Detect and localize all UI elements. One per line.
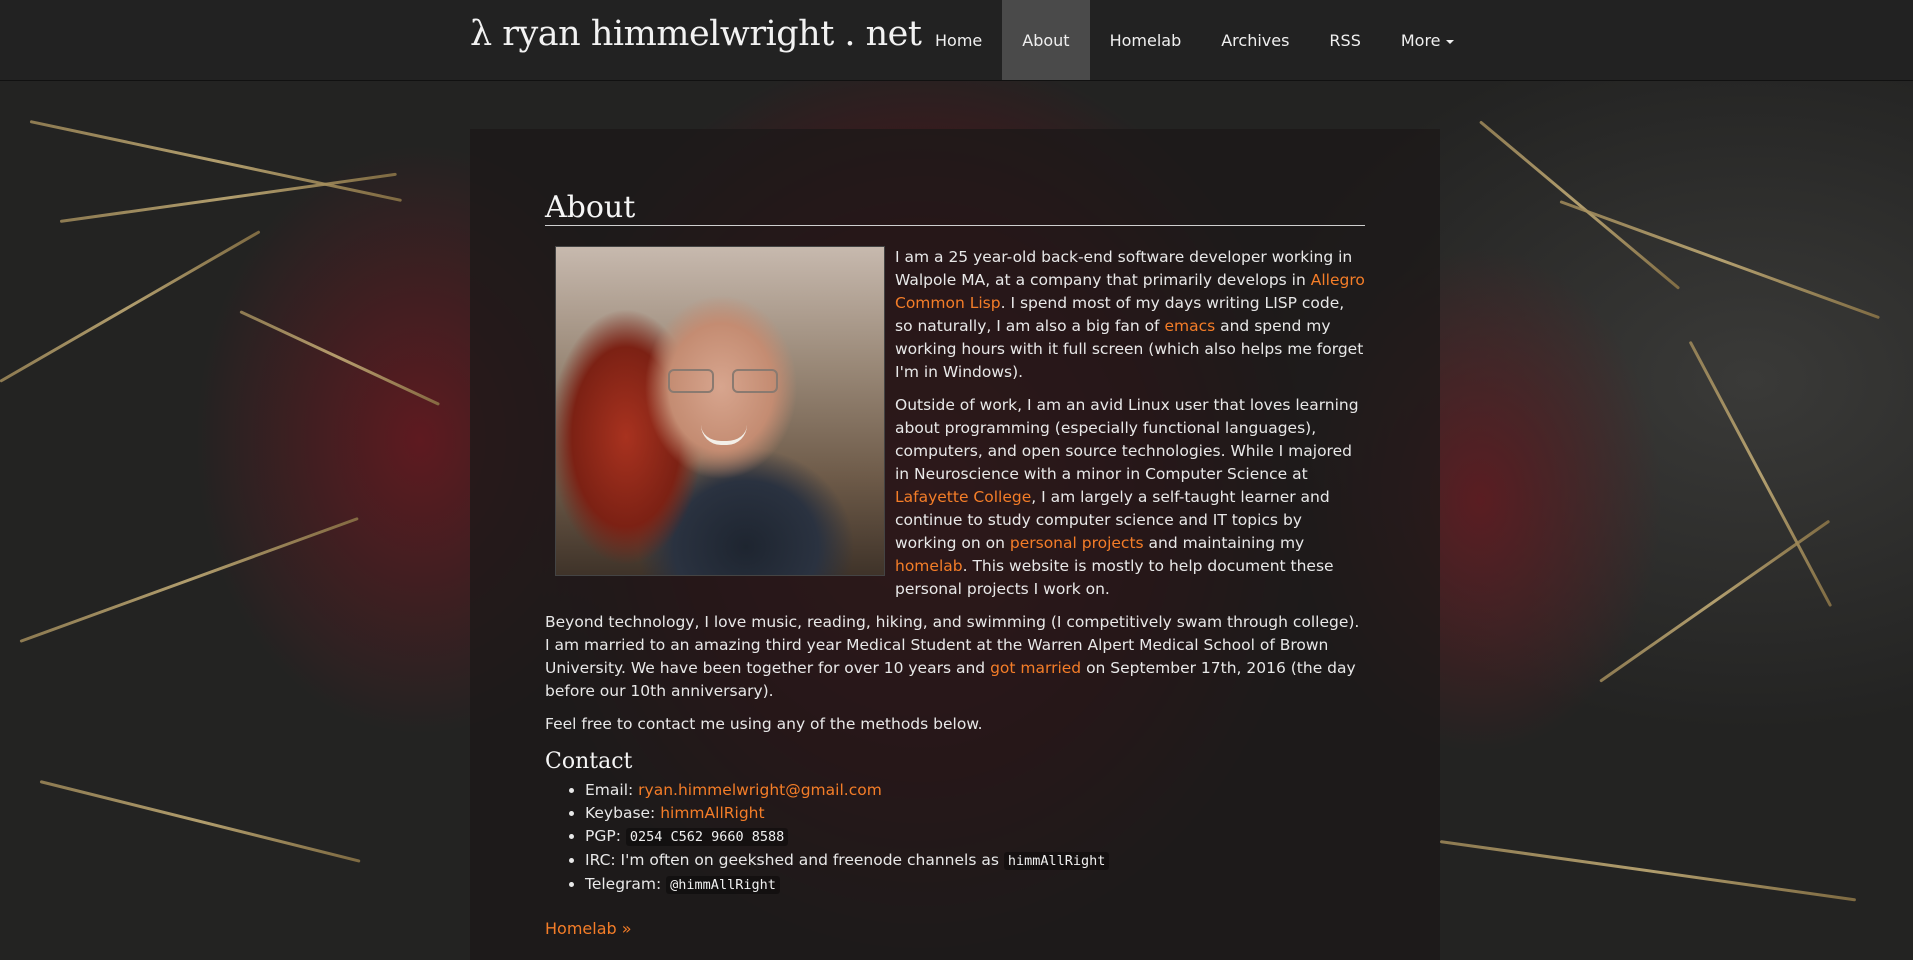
label: PGP: bbox=[585, 827, 626, 845]
caret-down-icon bbox=[1445, 39, 1454, 44]
label: Keybase: bbox=[585, 804, 661, 822]
contact-heading: Contact bbox=[545, 749, 633, 774]
next-page-link[interactable]: Homelab » bbox=[545, 917, 632, 940]
nav-item-rss[interactable]: RSS bbox=[1309, 0, 1380, 80]
label: IRC: I'm often on geekshed and freenode … bbox=[585, 851, 1004, 869]
homelab-link[interactable]: homelab bbox=[895, 557, 963, 575]
site-brand[interactable]: λ ryan himmelwright . net bbox=[470, 14, 922, 54]
page-title: About bbox=[545, 193, 1365, 226]
nav-item-archives[interactable]: Archives bbox=[1201, 0, 1309, 80]
personal-projects-link[interactable]: personal projects bbox=[1010, 534, 1144, 552]
nav-item-more[interactable]: More bbox=[1381, 0, 1474, 80]
emacs-link[interactable]: emacs bbox=[1164, 317, 1215, 335]
nav-item-homelab[interactable]: Homelab bbox=[1090, 0, 1202, 80]
lafayette-link[interactable]: Lafayette College bbox=[895, 488, 1031, 506]
contact-intro: Feel free to contact me using any of the… bbox=[545, 715, 983, 733]
got-married-link[interactable]: got married bbox=[990, 659, 1081, 677]
profile-photo bbox=[555, 246, 885, 576]
nav-item-about[interactable]: About bbox=[1002, 0, 1090, 80]
about-content: About I am a 25 year-old back-end softwa… bbox=[545, 193, 1365, 941]
text: I am a 25 year-old back-end software dev… bbox=[895, 248, 1353, 289]
keybase-link[interactable]: himmAllRight bbox=[660, 804, 764, 822]
nav-item-home[interactable]: Home bbox=[915, 0, 1002, 80]
smile-shape bbox=[701, 425, 747, 445]
list-item: Telegram: @himmAllRight bbox=[585, 873, 1365, 897]
label: Telegram: bbox=[585, 875, 667, 893]
telegram-handle: @himmAllRight bbox=[666, 876, 780, 894]
nav-menu: Home About Homelab Archives RSS More bbox=[915, 0, 1474, 80]
list-item: IRC: I'm often on geekshed and freenode … bbox=[585, 849, 1365, 873]
email-link[interactable]: ryan.himmelwright@gmail.com bbox=[638, 781, 882, 799]
text: and maintaining my bbox=[1143, 534, 1305, 552]
list-item: Email: ryan.himmelwright@gmail.com bbox=[585, 779, 1365, 802]
label: Email: bbox=[585, 781, 639, 799]
text: Outside of work, I am an avid Linux user… bbox=[895, 396, 1359, 483]
nav-more-label: More bbox=[1400, 31, 1441, 50]
list-item: PGP: 0254 C562 9660 8588 bbox=[585, 825, 1365, 849]
glasses-shape bbox=[668, 369, 778, 393]
personal-paragraph: Beyond technology, I love music, reading… bbox=[545, 611, 1365, 703]
irc-handle: himmAllRight bbox=[1003, 852, 1110, 870]
contact-list: Email: ryan.himmelwright@gmail.com Keyba… bbox=[545, 779, 1365, 897]
pgp-fingerprint: 0254 C562 9660 8588 bbox=[625, 828, 789, 846]
navbar: λ ryan himmelwright . net Home About Hom… bbox=[0, 0, 1913, 81]
list-item: Keybase: himmAllRight bbox=[585, 802, 1365, 825]
